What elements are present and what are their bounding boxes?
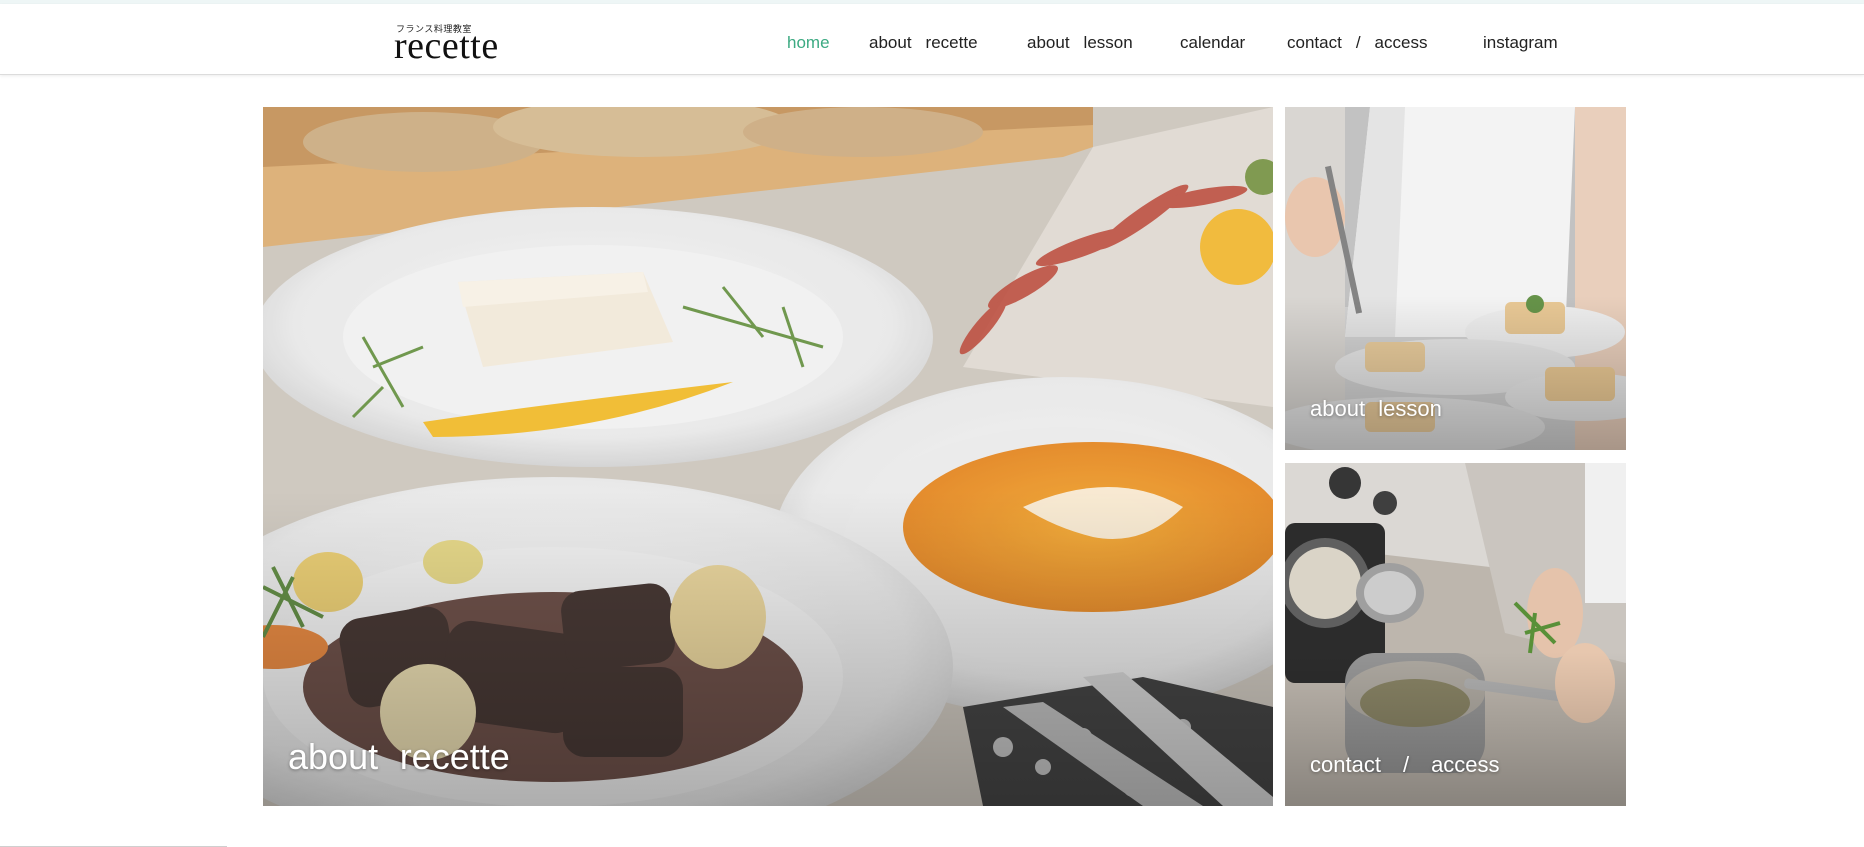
site-header: フランス料理教室 recette home about recette about… (0, 4, 1864, 75)
nav-about-recette-label-b: recette (925, 33, 978, 52)
nav-contact-label: contact (1287, 33, 1342, 52)
nav-about-lesson-label-b: lesson (1083, 33, 1133, 52)
nav-slash: / (1355, 33, 1361, 52)
nav-instagram[interactable]: instagram (1483, 30, 1558, 56)
tile-lesson-word1: about (1310, 396, 1366, 421)
tile-recette-word1: about (288, 736, 379, 777)
tile-gradient (1285, 295, 1626, 450)
nav-home-label: home (787, 33, 830, 52)
nav-about-lesson[interactable]: about lesson (1027, 30, 1133, 56)
tile-gradient (1285, 651, 1626, 806)
nav-about-recette-label-a: about (869, 33, 912, 52)
tile-access-word1: contact (1310, 752, 1381, 777)
tile-recette-label: about recette (288, 736, 510, 778)
nav-contact-access[interactable]: contact / access (1287, 30, 1427, 56)
tile-recette-word2: recette (399, 736, 510, 777)
tile-lesson-label: about lesson (1310, 396, 1442, 422)
nav-calendar[interactable]: calendar (1180, 30, 1245, 56)
nav-access-label: access (1374, 33, 1428, 52)
logo-title: recette (394, 25, 499, 67)
nav-home[interactable]: home (787, 30, 830, 56)
tile-access-slash: / (1402, 752, 1410, 777)
nav-instagram-label: instagram (1483, 33, 1558, 52)
tile-about-recette[interactable]: about recette (263, 107, 1273, 806)
tile-lesson-word2: lesson (1378, 396, 1442, 421)
tile-access-label: contact / access (1310, 752, 1500, 778)
site-logo[interactable]: フランス料理教室 recette (394, 22, 526, 67)
nav-about-recette[interactable]: about recette (869, 30, 978, 56)
tile-about-lesson[interactable]: about lesson (1285, 107, 1626, 450)
tile-contact-access[interactable]: contact / access (1285, 463, 1626, 806)
tile-access-word3: access (1431, 752, 1500, 777)
nav-about-lesson-label-a: about (1027, 33, 1070, 52)
nav-calendar-label: calendar (1180, 33, 1246, 52)
